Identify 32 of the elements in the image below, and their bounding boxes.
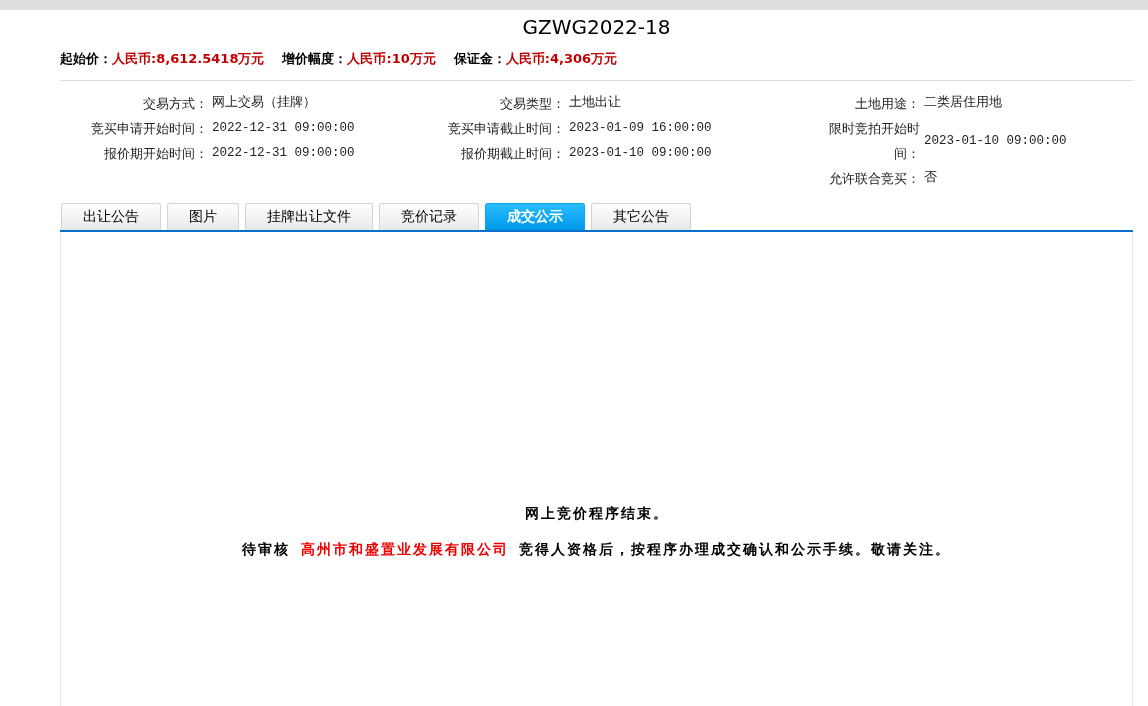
tab[interactable]: 挂牌出让文件 <box>245 203 373 230</box>
info-value: 否 <box>923 170 937 187</box>
info-label: 限时竞拍开始时间： <box>828 120 920 163</box>
price-label: 增价幅度： <box>282 50 348 68</box>
result-headline: 网上竞价程序结束。 <box>524 504 669 523</box>
info-value: 2023-01-10 09:00:00 <box>568 145 712 162</box>
info-value: 2023-01-10 09:00:00 <box>923 132 1067 150</box>
info-label: 报价期开始时间： <box>104 145 208 163</box>
info-label: 交易类型： <box>500 95 565 113</box>
info-label: 竞买申请开始时间： <box>91 120 208 138</box>
info-label: 竞买申请截止时间： <box>448 120 565 138</box>
info-value: 二类居住用地 <box>923 94 1002 112</box>
info-value: 2022-12-31 09:00:00 <box>211 120 355 137</box>
page-title: GZWG2022-18 <box>522 14 671 41</box>
tab[interactable]: 出让公告 <box>61 203 161 230</box>
info-label: 交易方式： <box>143 95 208 113</box>
result-notice: 待审核 高州市和盛置业发展有限公司 竞得人资格后，按程序办理成交确认和公示手续。敬请关注。 <box>241 540 952 559</box>
tab[interactable]: 图片 <box>167 203 239 230</box>
info-value: 2023-01-09 16:00:00 <box>568 120 712 137</box>
price-value: 人民币:4,306万元 <box>505 50 618 68</box>
info-label: 报价期截止时间： <box>461 145 565 163</box>
info-value: 土地出让 <box>568 94 621 112</box>
tab[interactable]: 其它公告 <box>591 203 691 230</box>
info-value: 2022-12-31 09:00:00 <box>211 145 355 162</box>
info-label: 土地用途： <box>855 95 920 113</box>
price-label: 保证金： <box>453 50 506 68</box>
price-value: 人民币:10万元 <box>347 50 436 68</box>
info-label: 允许联合竞买： <box>829 170 920 188</box>
info-value: 网上交易（挂牌） <box>211 94 316 112</box>
tab[interactable]: 竞价记录 <box>379 203 479 230</box>
price-label: 起始价： <box>60 50 112 68</box>
price-value: 人民币:8,612.5418万元 <box>112 50 265 68</box>
